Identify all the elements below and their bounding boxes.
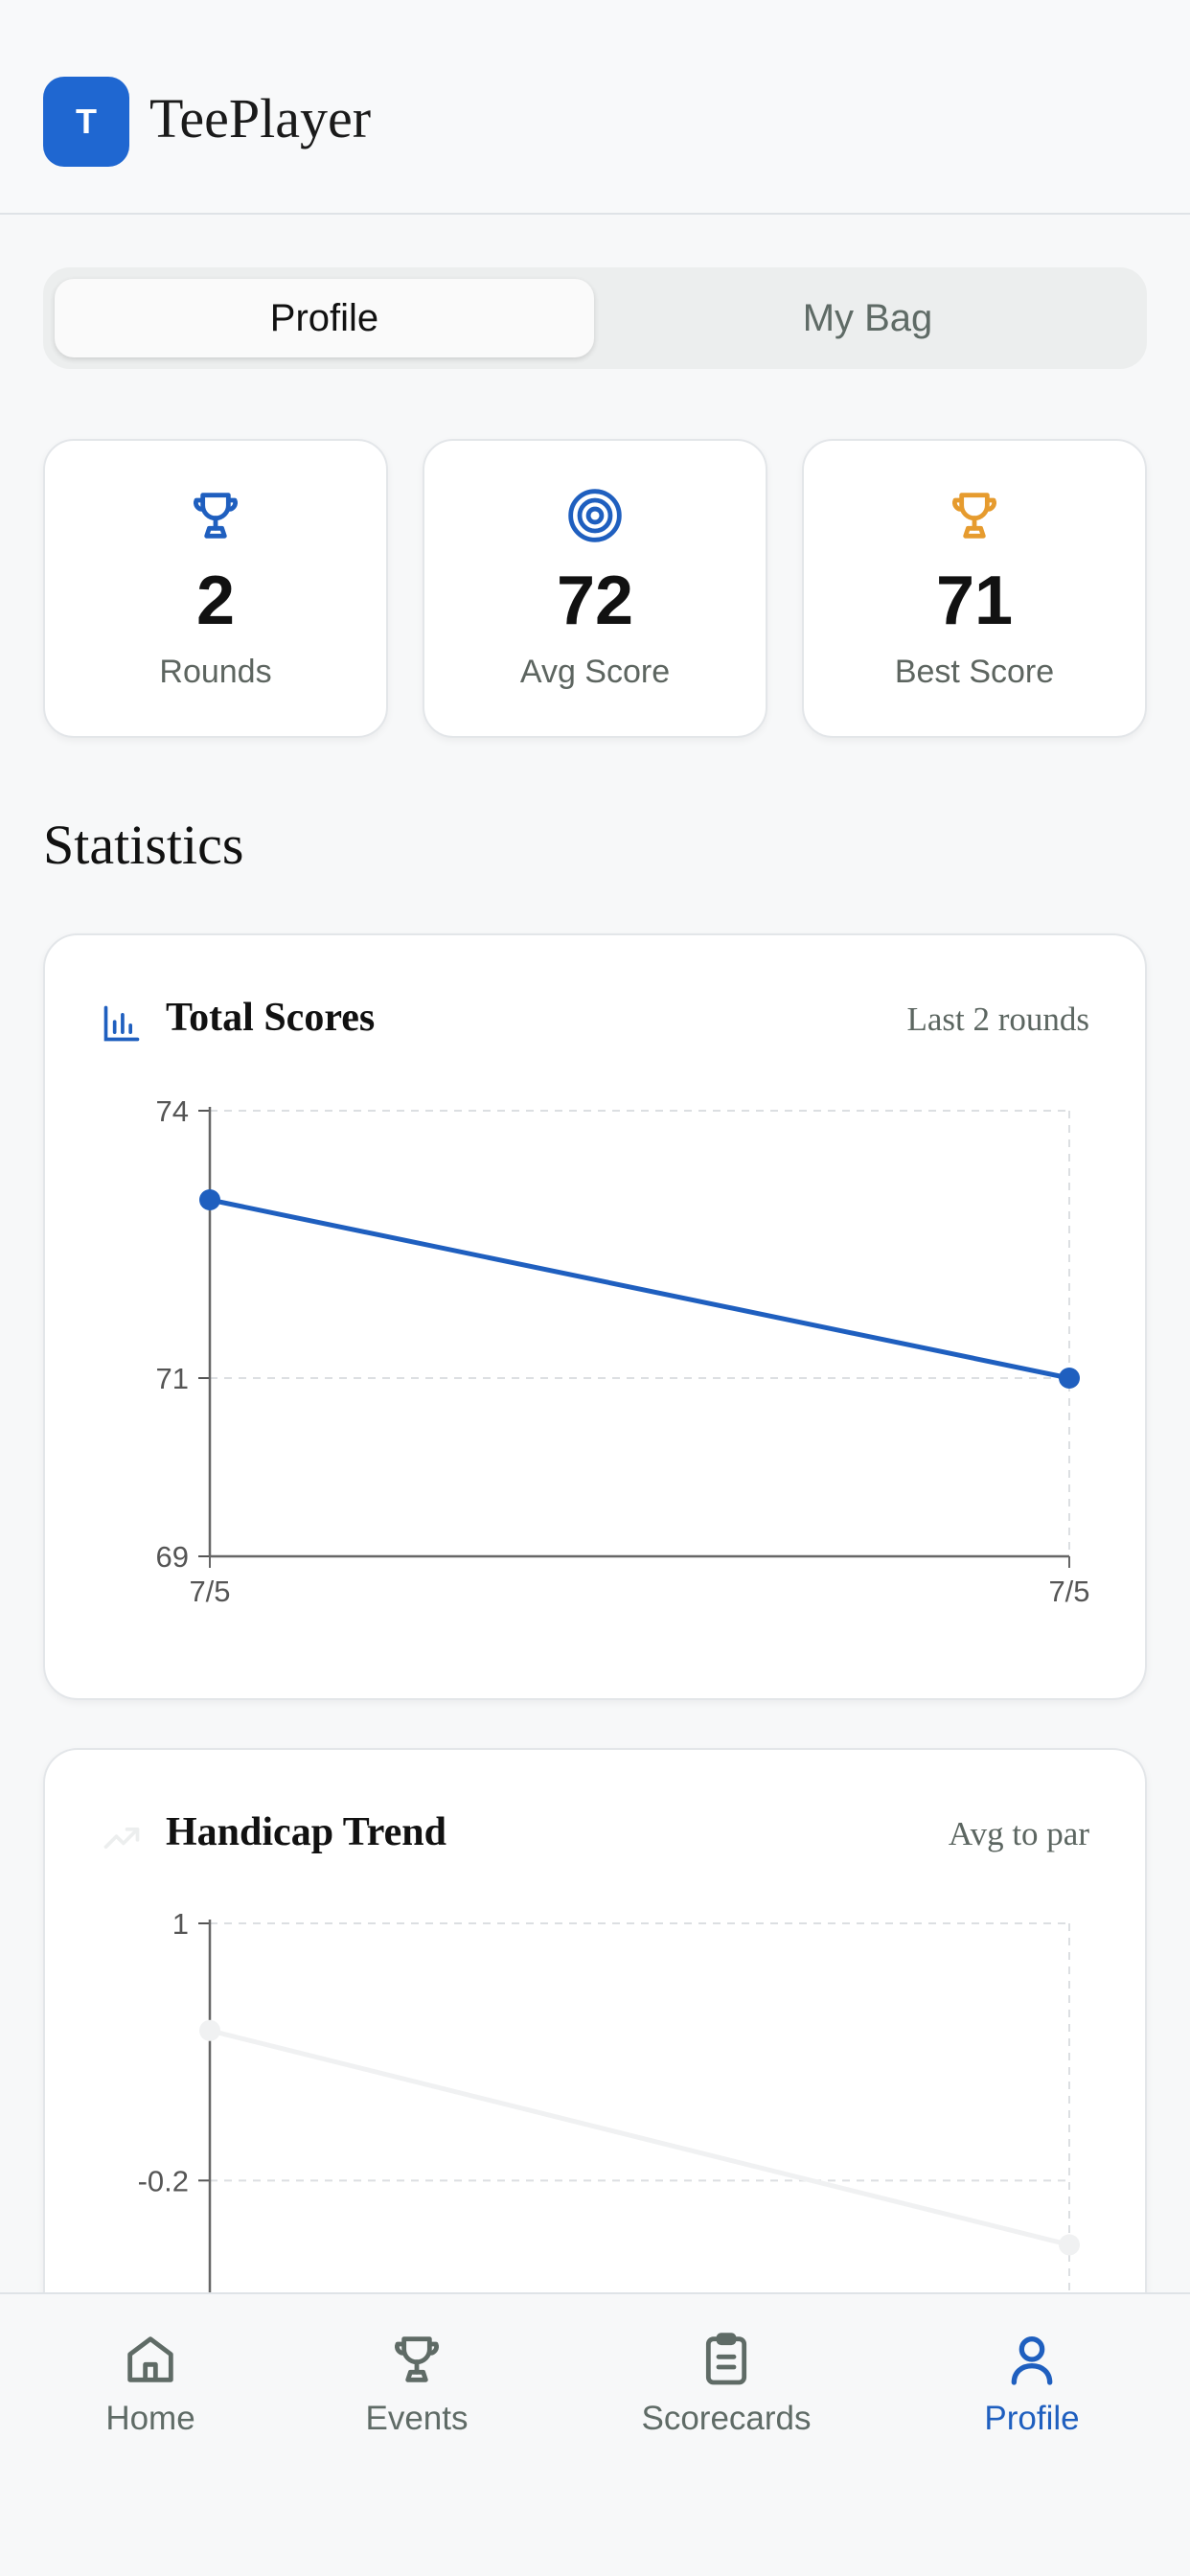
total-scores-data-point bbox=[1059, 1368, 1080, 1389]
tab-scorecards-label: Scorecards bbox=[641, 2400, 812, 2437]
app-header: T TeePlayer bbox=[0, 0, 1190, 215]
handicap-ytick-label: -0.2 bbox=[138, 2164, 189, 2197]
trophy-icon bbox=[194, 493, 238, 539]
total-scores-ytick-label: 71 bbox=[156, 1362, 189, 1395]
total-scores-series-line bbox=[207, 1197, 1072, 1381]
tab-events[interactable]: Events bbox=[302, 2329, 532, 2453]
total-scores-card: Total Scores Last 2 rounds 74 71 69 7/5 7/5 bbox=[43, 933, 1147, 1700]
total-scores-data-point bbox=[199, 1189, 220, 1210]
tab-profile[interactable]: Profile bbox=[917, 2329, 1147, 2453]
handicap-data-point bbox=[1059, 2234, 1080, 2256]
handicap-trend-chart: 1-0.2-0.85 bbox=[121, 1907, 1080, 2344]
segment-profile-tab[interactable]: Profile bbox=[55, 279, 594, 357]
stat-card-rounds: 2 Rounds bbox=[43, 439, 388, 738]
total-scores-chart: 7471697/5 7/5 bbox=[156, 1094, 1090, 1608]
total-scores-ytick-label: 74 bbox=[156, 1094, 189, 1128]
tab-scorecards[interactable]: Scorecards bbox=[611, 2329, 841, 2453]
app-logo: T bbox=[43, 77, 129, 167]
handicap-data-point bbox=[199, 2019, 220, 2041]
stat-avg-score-label: Avg Score bbox=[519, 654, 671, 690]
clipboard-icon bbox=[705, 2333, 747, 2385]
stat-best-score-value: 71 bbox=[935, 563, 1014, 639]
stat-avg-score-value: 72 bbox=[556, 563, 634, 639]
statistics-heading: Statistics bbox=[43, 814, 244, 876]
tab-home-label: Home bbox=[105, 2400, 195, 2437]
handicap-series-line bbox=[207, 2028, 1072, 2247]
home-icon bbox=[127, 2336, 173, 2382]
tab-home[interactable]: Home bbox=[35, 2329, 265, 2453]
tab-profile-label: Profile bbox=[984, 2400, 1080, 2437]
target-icon bbox=[568, 489, 622, 542]
total-scores-ytick-label: 69 bbox=[156, 1540, 189, 1574]
tab-events-label: Events bbox=[365, 2400, 469, 2437]
trophy-icon bbox=[952, 493, 996, 539]
profile-segmented-control: Profile My Bag bbox=[43, 267, 1147, 369]
user-icon bbox=[1011, 2336, 1053, 2385]
segment-my-bag-tab[interactable]: My Bag bbox=[598, 279, 1137, 357]
stat-rounds-value: 2 bbox=[195, 563, 236, 639]
stat-best-score-label: Best Score bbox=[894, 654, 1055, 690]
trophy-icon bbox=[395, 2336, 439, 2382]
total-scores-xtick-label: 7/5 bbox=[189, 1575, 230, 1608]
stat-rounds-label: Rounds bbox=[159, 654, 272, 690]
stat-card-avg-score: 72 Avg Score bbox=[423, 439, 767, 738]
handicap-ytick-label: 1 bbox=[172, 1907, 189, 1941]
app-title: TeePlayer bbox=[149, 87, 372, 150]
bottom-tab-bar: Home Events Scorecards Profile bbox=[0, 2292, 1190, 2576]
handicap-trend-card: Handicap Trend Avg to par 1-0.2-0.85 bbox=[43, 1748, 1147, 2344]
total-scores-xtick-label: 7/5 bbox=[1048, 1575, 1089, 1608]
stat-card-best-score: 71 Best Score bbox=[802, 439, 1147, 738]
